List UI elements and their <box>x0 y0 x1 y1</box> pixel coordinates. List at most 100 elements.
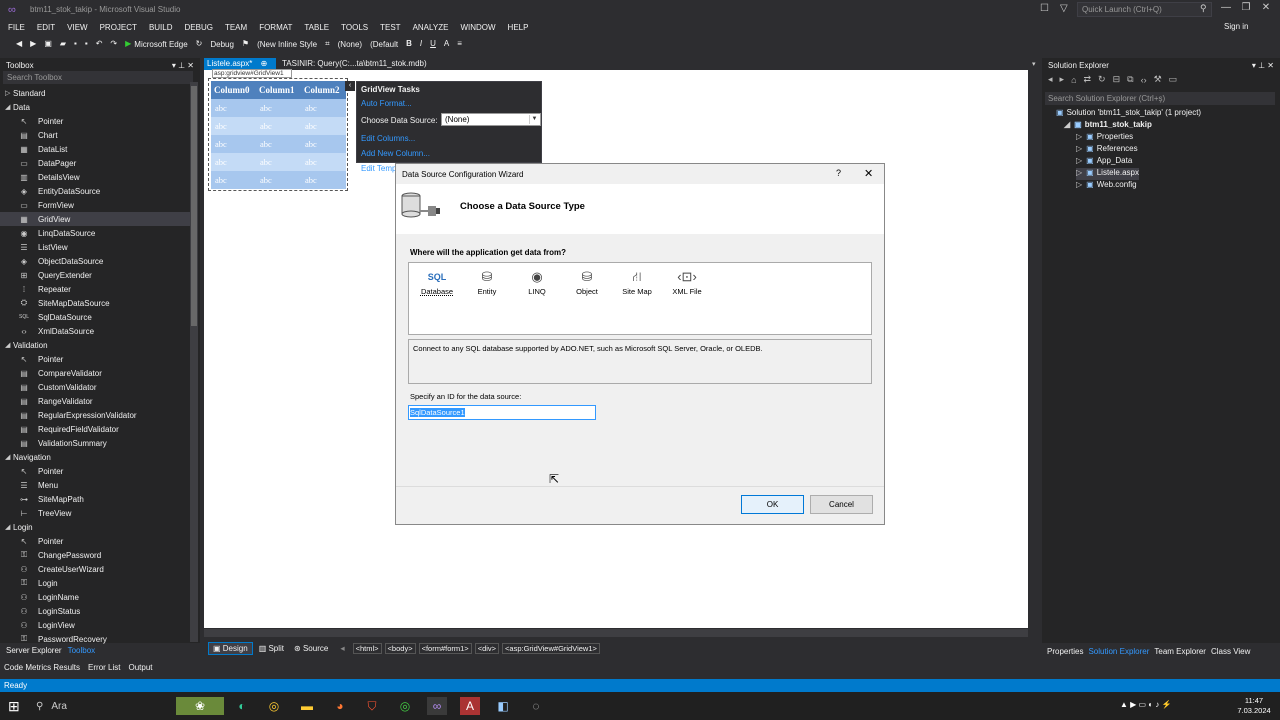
data-source-type-linq[interactable]: ◉ LINQ <box>515 267 559 296</box>
canvas-vertical-scrollbar[interactable] <box>1028 70 1038 640</box>
code-icon[interactable]: ‹› <box>1141 75 1147 85</box>
toolbox-category[interactable]: ◢ Login <box>0 520 190 534</box>
minimize-button[interactable]: — <box>1216 2 1236 17</box>
visual-studio-icon[interactable]: ∞ <box>427 697 447 715</box>
add-new-column-link[interactable]: Add New Column... <box>361 149 430 158</box>
auto-format-link[interactable]: Auto Format... <box>361 99 412 108</box>
back-icon[interactable]: ◀ <box>16 38 22 50</box>
solution-tree-item[interactable]: ▣ Solution 'btm11_stok_takip' (1 project) <box>1052 108 1201 120</box>
smart-tag-icon[interactable]: ‹ <box>345 81 355 91</box>
menu-help[interactable]: HELP <box>508 23 529 32</box>
toolbox-item[interactable]: ↖ Pointer <box>0 114 190 128</box>
expanded-arrow-icon[interactable]: ◢ <box>1064 120 1070 129</box>
solution-tree-item[interactable]: ▷ ▣ Web.config <box>1076 180 1137 192</box>
obs-icon[interactable]: ◌ <box>526 697 546 715</box>
toolbox-item[interactable]: ▦ DataList <box>0 142 190 156</box>
crumb-body[interactable]: <body> <box>384 642 416 654</box>
expanded-arrow-icon[interactable]: ◢ <box>5 341 13 349</box>
toolbox-item[interactable]: ⚇ LoginStatus <box>0 604 190 618</box>
target-select[interactable]: (None) <box>338 40 362 49</box>
collapsed-arrow-icon[interactable]: ▷ <box>1076 168 1082 177</box>
sync-icon[interactable]: ⇄ <box>1084 74 1092 85</box>
view-design-button[interactable]: ▣ Design <box>208 641 253 655</box>
solution-tree-item[interactable]: ◢ ▣ btm11_stok_takip <box>1064 120 1152 132</box>
toolbox-item[interactable]: ‹› XmlDataSource <box>0 324 190 338</box>
expanded-arrow-icon[interactable]: ◢ <box>5 523 13 531</box>
dialog-close-icon[interactable]: ✕ <box>864 167 873 180</box>
browser-select[interactable]: Microsoft Edge <box>134 40 187 49</box>
view-split-button[interactable]: ▥ Split <box>255 643 288 654</box>
style-select[interactable]: (New Inline Style <box>257 40 317 49</box>
bold-icon[interactable]: B <box>406 38 412 50</box>
toolbox-category[interactable]: ◢ Data <box>0 100 190 114</box>
crumb-form[interactable]: <form#form1> <box>418 642 472 654</box>
ok-button[interactable]: OK <box>741 495 804 514</box>
chrome-alt-icon[interactable]: ◎ <box>395 697 415 715</box>
search-icon[interactable]: ⚲ <box>1200 3 1207 14</box>
home-icon[interactable]: ⌂ <box>1071 75 1076 85</box>
align-icon[interactable]: ≡ <box>457 38 462 50</box>
properties-icon[interactable]: ⚒ <box>1154 74 1162 85</box>
tab-properties[interactable]: Properties <box>1047 647 1083 656</box>
toolbox-category[interactable]: ◢ Validation <box>0 338 190 352</box>
back-icon[interactable]: ◂ <box>1048 74 1053 85</box>
tab-code-metrics[interactable]: Code Metrics Results <box>4 663 80 672</box>
menu-debug[interactable]: DEBUG <box>185 23 213 32</box>
tab-close-icon[interactable]: ⊕ <box>261 59 268 68</box>
toolbox-item[interactable]: ▤ CustomValidator <box>0 380 190 394</box>
font-select[interactable]: (Default <box>370 40 398 49</box>
help-button[interactable]: ? <box>836 168 841 178</box>
chevron-down-icon[interactable]: ▼ <box>529 115 539 124</box>
edge-icon[interactable]: ◐ <box>232 697 252 715</box>
tab-output[interactable]: Output <box>128 663 152 672</box>
toolbox-search-input[interactable]: Search Toolbox <box>3 71 193 84</box>
toolbox-item[interactable]: ⛭ SiteMapDataSource <box>0 296 190 310</box>
toolbox-item[interactable]: ▭ DataPager <box>0 156 190 170</box>
toolbox-item[interactable]: ⚇ LoginName <box>0 590 190 604</box>
expanded-arrow-icon[interactable]: ◢ <box>5 453 13 461</box>
toolbox-item[interactable]: ▤ RegularExpressionValidator <box>0 408 190 422</box>
toolbox-scroll-thumb[interactable] <box>191 86 197 326</box>
collapsed-arrow-icon[interactable]: ▷ <box>1076 132 1082 141</box>
data-source-type-entity[interactable]: ⛁ Entity <box>465 267 509 296</box>
redo-icon[interactable]: ↷ <box>110 38 117 50</box>
save-icon[interactable]: ▪ <box>74 38 77 50</box>
collapsed-arrow-icon[interactable]: ▷ <box>1076 180 1082 189</box>
edit-templates-link[interactable]: Edit Templ <box>361 164 398 173</box>
menu-format[interactable]: FORMAT <box>259 23 292 32</box>
toolbox-item[interactable]: ▤ RequiredFieldValidator <box>0 422 190 436</box>
toolbox-item[interactable]: ☰ ListView <box>0 240 190 254</box>
file-explorer-icon[interactable]: ▬ <box>297 697 317 715</box>
toolbox-item[interactable]: ▤ Chart <box>0 128 190 142</box>
cancel-button[interactable]: Cancel <box>810 495 873 514</box>
toolbox-item[interactable]: ▦ GridView <box>0 212 190 226</box>
view-source-button[interactable]: ⊛ Source <box>290 643 332 654</box>
maximize-button[interactable]: ❐ <box>1236 2 1256 17</box>
tab-dropdown-icon[interactable]: ▾ <box>1032 60 1036 68</box>
toolbox-item[interactable]: ⊶ SiteMapPath <box>0 492 190 506</box>
font-color-icon[interactable]: A <box>444 38 449 50</box>
preview-icon[interactable]: ▭ <box>1169 74 1178 85</box>
close-button[interactable]: ✕ <box>1256 2 1276 17</box>
open-icon[interactable]: ▰ <box>60 38 66 50</box>
tab-query[interactable]: TASINIR: Query(C:...ta\btm11_stok.mdb) <box>282 58 442 70</box>
menu-analyze[interactable]: ANALYZE <box>413 23 449 32</box>
toolbox-item[interactable]: ⚇ LoginView <box>0 618 190 632</box>
toolbox-item[interactable]: ⊞ QueryExtender <box>0 268 190 282</box>
crumb-html[interactable]: <html> <box>352 642 382 654</box>
attach-icon[interactable]: ⚑ <box>242 38 249 50</box>
chrome-icon[interactable]: ◎ <box>264 697 284 715</box>
menu-team[interactable]: TEAM <box>225 23 247 32</box>
sign-in-link[interactable]: Sign in <box>1224 22 1248 31</box>
collapse-icon[interactable]: ⊟ <box>1113 74 1121 85</box>
access-icon[interactable]: A <box>460 697 480 715</box>
tab-server-explorer[interactable]: Server Explorer <box>6 646 62 655</box>
brave-icon[interactable]: ⛉ <box>362 697 382 715</box>
toolbox-item[interactable]: ▤ ValidationSummary <box>0 436 190 450</box>
toolbox-item[interactable]: ▥ DetailsView <box>0 170 190 184</box>
panel-pin-icon[interactable]: ▾ ⊥ ✕ <box>1252 61 1274 70</box>
system-tray-icons[interactable]: ▲ ▶ ▭ ◐ ♪ ⚡ <box>1120 700 1172 709</box>
data-source-id-input[interactable]: SqlDataSource1 <box>408 405 596 420</box>
feedback-icon[interactable]: ☐ <box>1040 3 1049 14</box>
data-source-type-xml-file[interactable]: ‹⊡› XML File <box>665 267 709 296</box>
